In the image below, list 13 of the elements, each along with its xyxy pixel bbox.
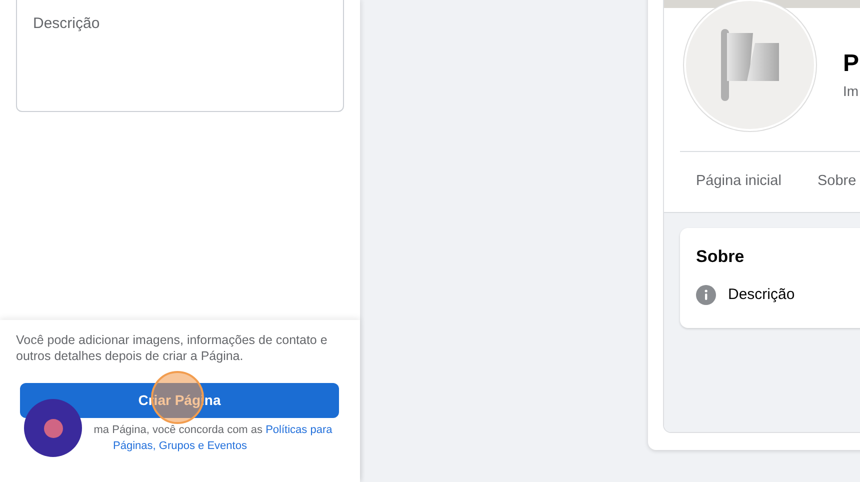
about-heading: Sobre: [696, 246, 746, 268]
description-field[interactable]: Descrição: [16, 0, 344, 112]
policies-link[interactable]: Políticas para: [266, 424, 332, 436]
page-title: P: [843, 49, 860, 79]
policies-link[interactable]: Páginas, Grupos e Eventos: [113, 438, 247, 454]
record-dot-icon: [44, 418, 62, 438]
terms-text: ma Página, você concorda com as Políticas para: [94, 423, 332, 438]
page-tab[interactable]: Sobre: [801, 171, 860, 193]
page-tab[interactable]: Página inicial: [680, 171, 798, 193]
info-text: Você pode adicionar imagens, informações de contato e outros detalhes depois de criar a Página.: [16, 332, 328, 364]
page-category: Im: [843, 82, 860, 101]
about-item: Descrição: [728, 284, 795, 304]
info-icon: [696, 284, 716, 305]
